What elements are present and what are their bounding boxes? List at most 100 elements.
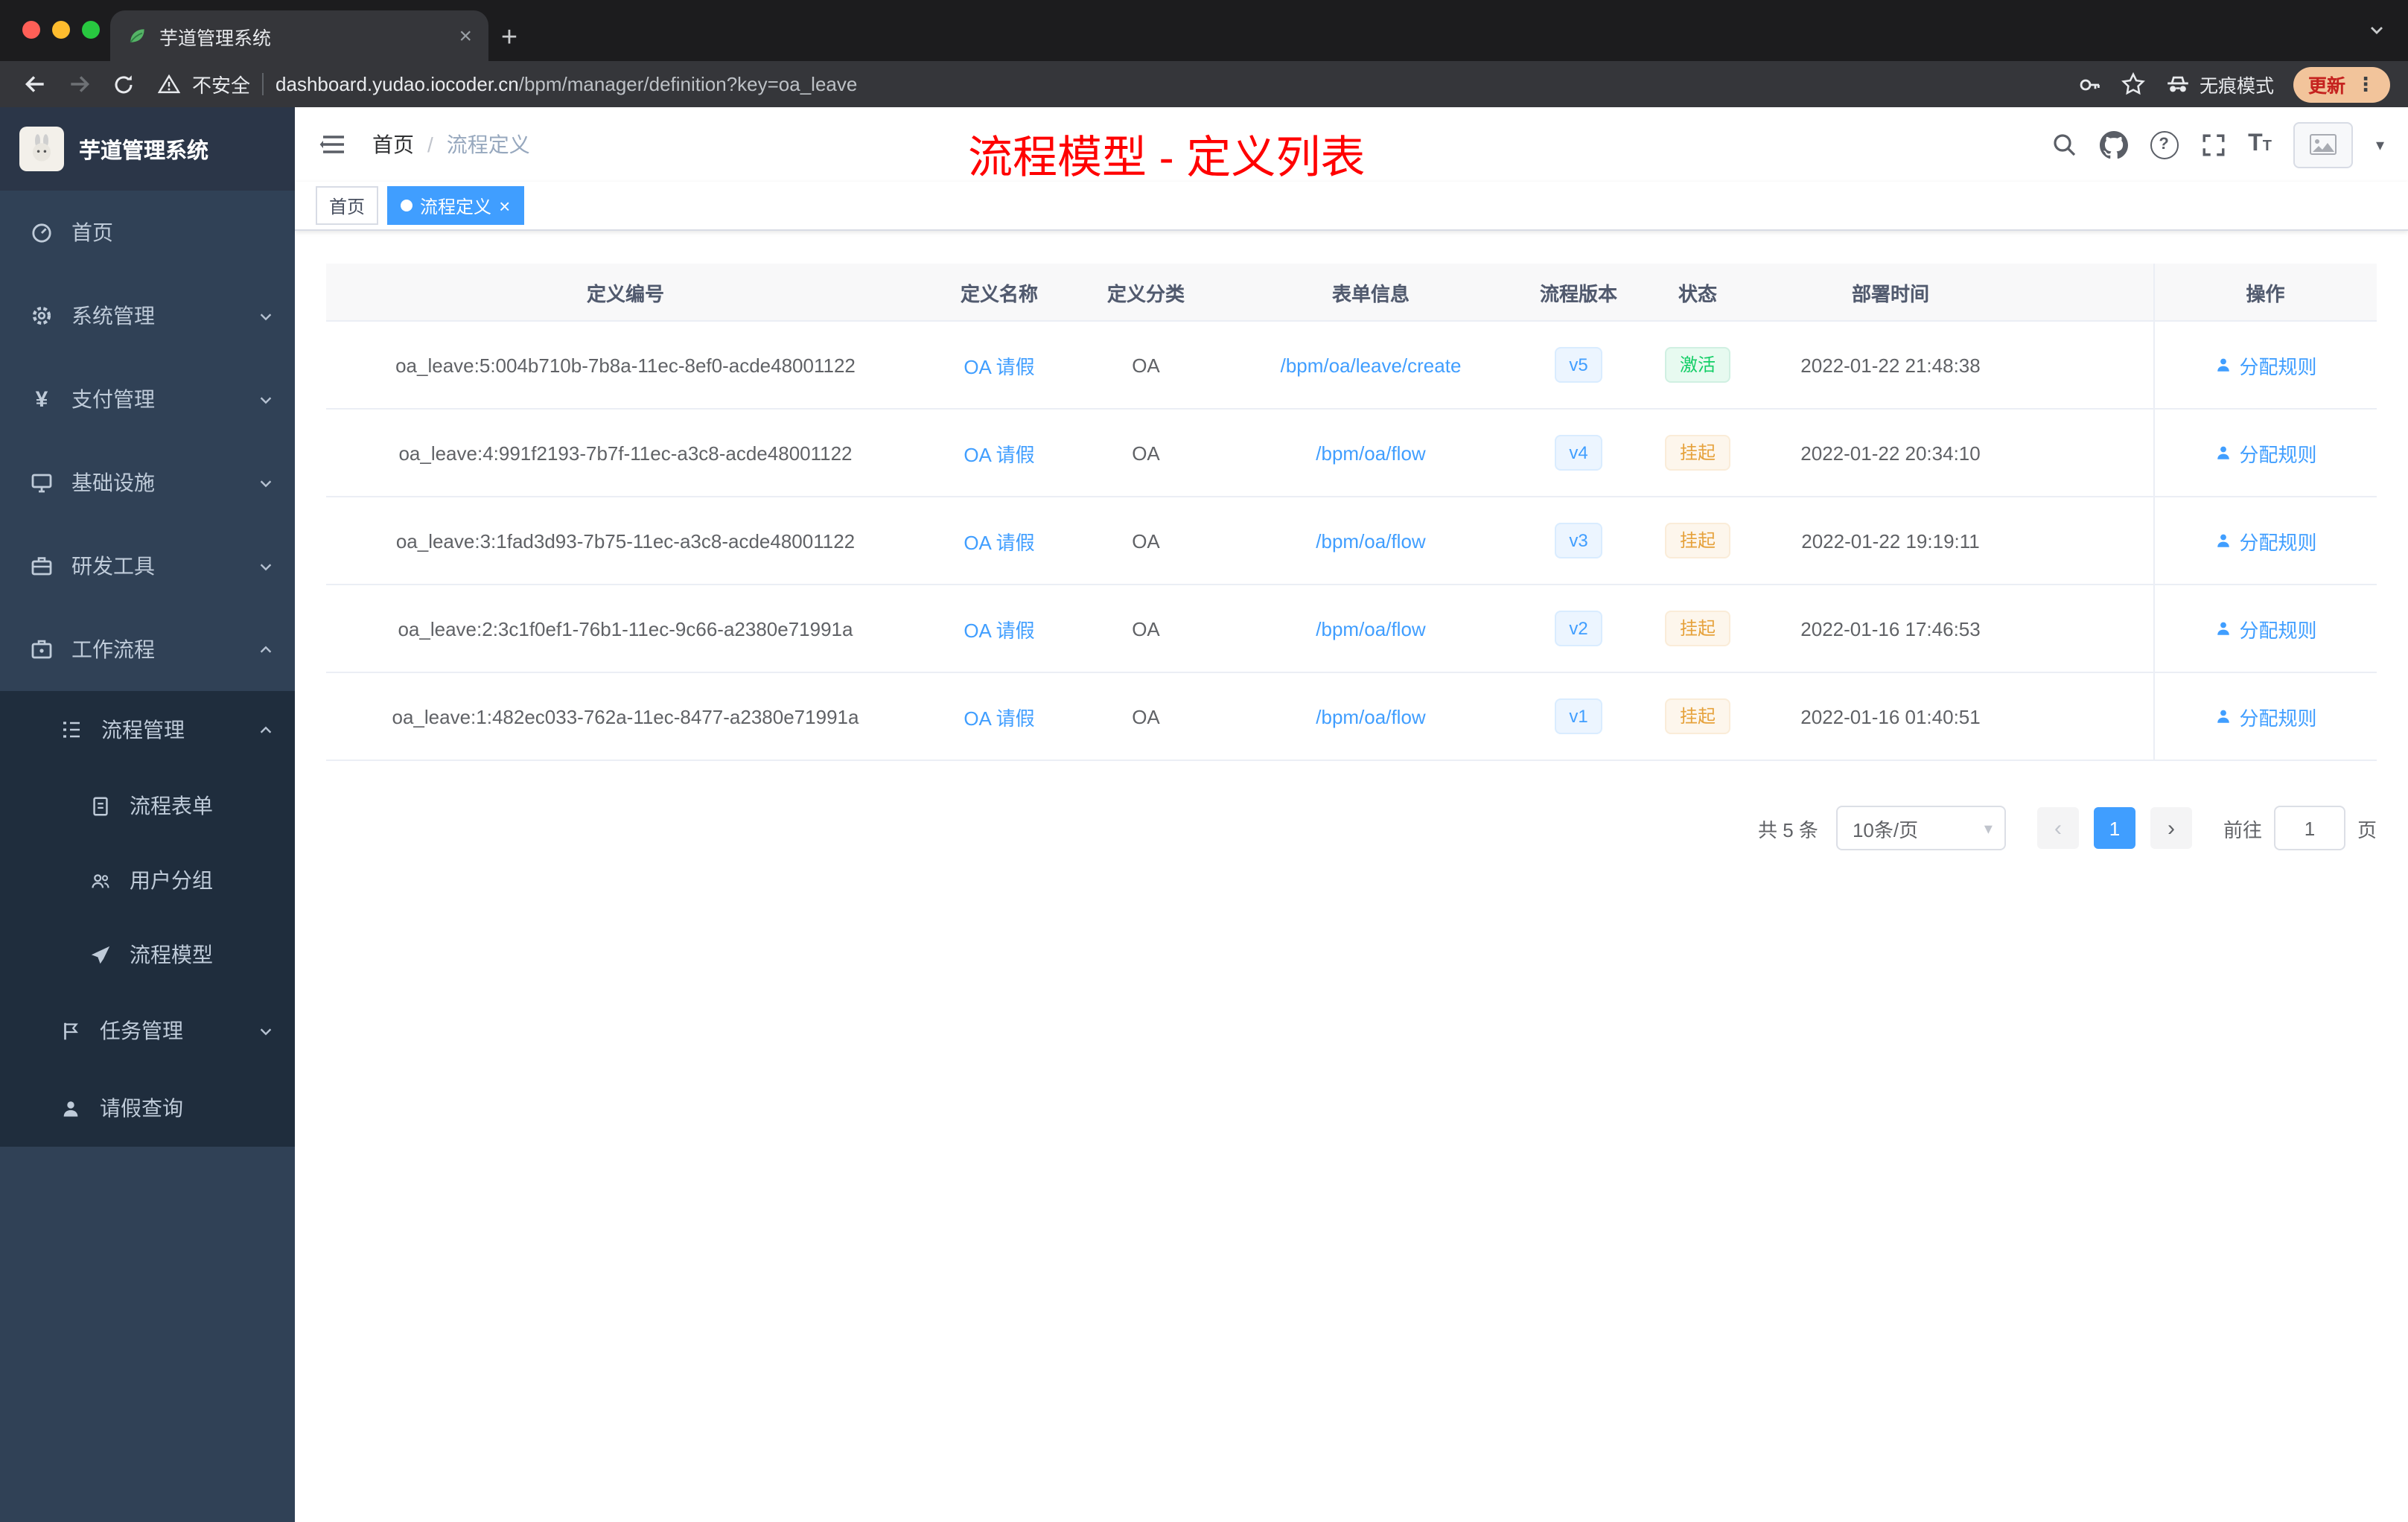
browser-tab-title: 芋道管理系统 [159,28,272,48]
help-icon[interactable]: ? [2150,130,2179,159]
breadcrumb-home[interactable]: 首页 [372,130,414,159]
sidebar-item-payment[interactable]: ¥ 支付管理 [0,357,295,441]
definition-name-link[interactable]: OA 请假 [963,443,1034,465]
fullscreen-icon[interactable] [2200,132,2226,157]
cell-deploy-time: 2022-01-22 20:34:10 [1762,409,2019,497]
sidebar-item-label: 工作流程 [71,637,155,661]
browser-toolbar: 不安全 dashboard.yudao.iocoder.cn/bpm/manag… [0,61,2408,107]
window-close-button[interactable] [22,21,40,39]
cell-spacer [2019,497,2153,585]
tag-process-definition[interactable]: 流程定义 × [387,186,524,225]
logo-title: 芋道管理系统 [79,139,208,163]
assign-rule-button[interactable]: 分配规则 [2214,351,2317,379]
sidebar-logo[interactable]: 芋道管理系统 [0,107,295,191]
user-avatar[interactable] [2293,121,2354,168]
chevron-down-icon [258,308,274,324]
yen-icon: ¥ [35,386,48,412]
assign-rule-button[interactable]: 分配规则 [2214,614,2317,643]
new-tab-button[interactable]: + [488,16,530,61]
version-badge: v1 [1554,698,1603,734]
sidebar-item-label: 请假查询 [100,1096,183,1120]
assign-rule-button[interactable]: 分配规则 [2214,702,2317,730]
tab-search-chevron-icon[interactable] [2366,19,2387,40]
security-label[interactable]: 不安全 [192,70,250,98]
search-icon[interactable] [2050,131,2077,158]
sidebar-item-home[interactable]: 首页 [0,191,295,274]
key-icon[interactable] [2077,72,2101,96]
sidebar-item-label: 基础设施 [71,471,155,494]
incognito-label: 无痕模式 [2199,76,2274,97]
sidebar-item-devtools[interactable]: 研发工具 [0,524,295,608]
bookmark-star-icon[interactable] [2121,71,2146,97]
page-size-select[interactable]: 10条/页 ▾ [1835,806,2006,850]
back-button[interactable] [18,68,51,101]
update-button[interactable]: 更新 ⋮ [2293,66,2390,102]
url-text[interactable]: dashboard.yudao.iocoder.cn/bpm/manager/d… [275,73,857,95]
definition-table: 定义编号 定义名称 定义分类 表单信息 流程版本 状态 部署时间 操作 oa_l… [326,264,2377,761]
chevron-down-icon [258,474,274,491]
incognito-icon [2165,71,2191,97]
incognito-badge: 无痕模式 [2165,70,2274,98]
cell-category: OA [1074,409,1218,497]
form-info-link[interactable]: /bpm/oa/leave/create [1281,354,1462,376]
assign-rule-button[interactable]: 分配规则 [2214,526,2317,555]
next-page-button[interactable]: › [2150,807,2192,849]
sidebar-item-label: 流程表单 [130,794,213,818]
tag-home[interactable]: 首页 [316,186,379,225]
address-bar[interactable]: 不安全 dashboard.yudao.iocoder.cn/bpm/manag… [158,70,2065,98]
window-controls [22,21,100,39]
top-navbar: 首页 / 流程定义 流程模型 - 定义列表 ? TT ▾ [295,107,2408,183]
sidebar-item-infrastructure[interactable]: 基础设施 [0,441,295,524]
avatar-caret-icon[interactable]: ▾ [2376,135,2384,154]
form-info-link[interactable]: /bpm/oa/flow [1316,705,1425,727]
form-info-link[interactable]: /bpm/oa/flow [1316,617,1425,640]
hamburger-icon[interactable] [319,130,348,159]
definition-name-link[interactable]: OA 请假 [963,355,1034,378]
sidebar-item-system[interactable]: 系统管理 [0,274,295,357]
cell-deploy-time: 2022-01-22 21:48:38 [1762,321,2019,410]
sidebar-item-workflow[interactable]: 工作流程 [0,608,295,691]
assign-rule-button[interactable]: 分配规则 [2214,439,2317,467]
sidebar-item-process-management[interactable]: 流程管理 [0,691,295,768]
github-icon[interactable] [2099,130,2128,159]
window-zoom-button[interactable] [82,21,100,39]
browser-tab[interactable]: 芋道管理系统 × [110,10,488,61]
definition-name-link[interactable]: OA 请假 [963,531,1034,553]
tags-view: 首页 流程定义 × [295,182,2408,231]
table-row: oa_leave:5:004b710b-7b8a-11ec-8ef0-acde4… [326,321,2377,410]
page-size-value: 10条/页 [1852,818,1919,841]
sidebar-item-process-form[interactable]: 流程表单 [0,768,295,843]
definition-name-link[interactable]: OA 请假 [963,619,1034,641]
user-icon [2214,620,2232,637]
cell-definition-id: oa_leave:2:3c1f0ef1-76b1-11ec-9c66-a2380… [326,585,925,673]
window-minimize-button[interactable] [52,21,70,39]
user-icon [2214,444,2232,462]
form-info-link[interactable]: /bpm/oa/flow [1316,529,1425,552]
warning-icon [158,73,180,95]
table-row: oa_leave:2:3c1f0ef1-76b1-11ec-9c66-a2380… [326,585,2377,673]
sidebar-item-user-group[interactable]: 用户分组 [0,843,295,917]
tab-close-icon[interactable]: × [459,25,472,47]
pagination: 共 5 条 10条/页 ▾ ‹ 1 › 前往 页 [326,806,2377,850]
menu-dots-icon[interactable]: ⋮ [2356,72,2375,96]
dashboard-icon [30,220,54,244]
font-size-icon[interactable]: TT [2248,132,2272,156]
forward-button[interactable] [63,68,95,101]
workflow-submenu: 流程管理 流程表单 用户分组 流程模型 任务管理 请假查询 [0,691,295,1147]
version-badge: v5 [1554,347,1603,383]
form-info-link[interactable]: /bpm/oa/flow [1316,442,1425,464]
goto-page-input[interactable] [2273,806,2345,850]
cell-spacer [2019,672,2153,761]
sidebar-item-label: 支付管理 [71,387,155,411]
column-header-definition-id: 定义编号 [326,264,925,322]
table-row: oa_leave:4:991f2193-7b7f-11ec-a3c8-acde4… [326,409,2377,497]
definition-name-link[interactable]: OA 请假 [963,707,1034,729]
tag-close-icon[interactable]: × [499,196,510,215]
page-number-button[interactable]: 1 [2093,807,2135,849]
reload-button[interactable] [107,68,140,101]
sidebar-item-leave-query[interactable]: 请假查询 [0,1069,295,1147]
logo-avatar [19,127,64,171]
sidebar-item-process-model[interactable]: 流程模型 [0,917,295,992]
prev-page-button[interactable]: ‹ [2036,807,2079,849]
sidebar-item-task-management[interactable]: 任务管理 [0,992,295,1069]
